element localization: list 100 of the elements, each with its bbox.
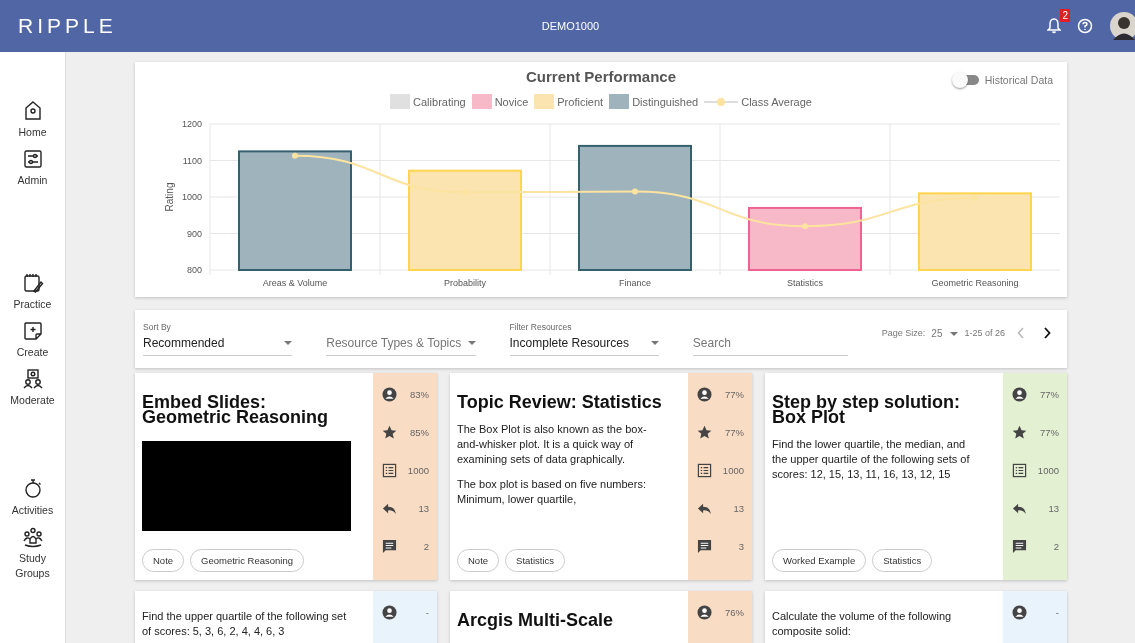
sort-select[interactable]: Recommended	[143, 336, 293, 356]
plus-note-icon	[21, 320, 44, 342]
stat-value: 77%	[725, 388, 744, 400]
field-label: Filter Resources	[509, 322, 573, 332]
y-axis-label: Rating	[164, 182, 175, 212]
bar[interactable]	[748, 206, 862, 271]
card-title: Topic Review: Statistics	[457, 395, 663, 410]
page-size-select[interactable]: 25	[931, 327, 959, 339]
resource-card[interactable]: Calculate the volume of the following composite solid: -	[765, 591, 1067, 643]
y-tick-label: 800	[186, 265, 202, 275]
bell-icon	[1047, 18, 1061, 34]
user-circle-icon	[1012, 386, 1027, 402]
people-group-icon	[21, 526, 44, 548]
stat-value: 1000	[1037, 464, 1059, 476]
legend-swatch	[609, 94, 630, 109]
page-range: 1-25 of 26	[964, 328, 1005, 338]
search-field[interactable]: Search	[692, 336, 848, 356]
course-title: DEMO1000	[541, 20, 600, 32]
filter-select[interactable]: Incomplete Resources	[509, 336, 659, 356]
card-text: Find the upper quartile of the following set of scores: 5, 3, 6, 2, 4, 4, 6, 3	[142, 609, 348, 639]
card-text: The box plot is based on five numbers: Minimum, lower quartile,	[457, 477, 647, 507]
x-tick-label: Finance	[619, 278, 651, 288]
page-size-label: Page Size:	[881, 328, 926, 338]
legend-label: Calibrating	[413, 95, 466, 108]
stat-value: 13	[418, 502, 429, 514]
card-title: Embed Slides: Geometric Reasoning	[142, 395, 330, 425]
stat-value: 77%	[1040, 388, 1059, 400]
star-icon	[382, 424, 397, 440]
legend-item[interactable]: Calibrating	[390, 94, 466, 109]
resource-types-select[interactable]: Resource Types & Topics	[326, 336, 476, 356]
y-tick-label: 1000	[181, 192, 202, 202]
resource-card[interactable]	[450, 373, 752, 580]
stat-value: 77%	[1040, 426, 1059, 438]
card-title: Arcgis Multi-Scale	[457, 613, 615, 628]
stat-value: 1000	[407, 464, 429, 476]
resource-card[interactable]: Step by step solution: Box Plot Find the lower quartile, the median, and the upper quartile of the following sets of scores: 12, 15, 13, 11, 16, 13, 12, 15 Worked Example Statistics 77% 77% 1000 13 2	[765, 373, 1067, 580]
user-circle-icon	[1012, 604, 1027, 620]
comment-icon	[697, 538, 712, 554]
card-text: Calculate the volume of the following composite solid:	[772, 609, 953, 639]
card-text: Find the lower quartile, the median, and the upper quartile of the following sets of scores: 12, 15, 13, 11, 16, 13, 12, 15	[772, 437, 971, 482]
legend-item[interactable]: Novice	[471, 94, 529, 109]
list-icon	[382, 462, 397, 478]
card-text: The Box Plot is also known as the box-and-whisker plot. It is a quick way of examining sets of data graphically.	[457, 422, 648, 467]
legend-label: Distinguished	[632, 95, 699, 108]
x-tick-label: Statistics	[787, 278, 823, 288]
average-point[interactable]	[632, 188, 638, 195]
logo[interactable]: RIPPLE	[18, 14, 117, 38]
user-circle-icon	[697, 386, 712, 402]
legend-item[interactable]: Proficient	[534, 94, 604, 109]
legend-line-swatch	[704, 96, 739, 107]
bar[interactable]	[578, 144, 692, 271]
y-tick-label: 900	[186, 228, 202, 239]
user-circle-icon	[697, 604, 712, 620]
sliders-icon	[21, 148, 44, 170]
resource-card[interactable]: Arcgis Multi-Scale 76%	[450, 591, 752, 643]
legend-label: Novice	[494, 95, 529, 108]
nav-item[interactable]: Activities	[1, 478, 64, 518]
y-tick-label: 1100	[182, 155, 202, 166]
legend-swatch	[534, 94, 555, 109]
nav-item[interactable]: Admin	[1, 148, 64, 188]
nav-item[interactable]: Create	[1, 320, 64, 360]
legend-item[interactable]: Class Average	[704, 94, 812, 109]
chart-title: Current Performance	[525, 67, 676, 85]
avatar[interactable]	[1109, 11, 1135, 41]
stat-value: 3	[738, 540, 744, 552]
legend-swatch	[390, 94, 411, 109]
stat-value: 2	[1053, 540, 1059, 552]
nav-item[interactable]: Study Groups	[1, 526, 64, 581]
notifications-button[interactable]	[1047, 18, 1061, 34]
legend-label: Proficient	[557, 95, 604, 108]
star-icon	[697, 424, 712, 440]
user-circle-icon	[382, 386, 397, 402]
average-point[interactable]	[802, 223, 808, 230]
chevron-right-icon	[1043, 327, 1051, 339]
resource-card[interactable]: Find the upper quartile of the following set of scores: 5, 3, 6, 2, 4, 4, 6, 3 -	[135, 591, 437, 643]
resource-card[interactable]: Embed Slides: Geometric Reasoning Note Geometric Reasoning 83% 85% 1000 13 2	[135, 373, 437, 580]
historical-data-toggle[interactable]: Historical Data	[954, 74, 1053, 86]
bar[interactable]	[238, 150, 352, 271]
field-label: Sort By	[143, 322, 172, 332]
card-title: Step by step solution: Box Plot	[772, 395, 961, 425]
stat-value: -	[425, 606, 429, 618]
x-tick-label: Probability	[444, 278, 486, 288]
list-icon	[1012, 462, 1027, 478]
help-icon[interactable]	[1077, 18, 1093, 34]
stat-value: 77%	[725, 426, 744, 438]
average-point[interactable]	[292, 152, 298, 159]
toggle-switch[interactable]	[954, 75, 979, 85]
stat-value: 76%	[725, 606, 744, 618]
nav-item[interactable]: Practice	[1, 272, 64, 312]
x-tick-label: Areas & Volume	[262, 278, 328, 288]
legend-label: Class Average	[741, 95, 812, 108]
stat-value: 83%	[410, 388, 429, 400]
nav-item[interactable]: Home	[1, 100, 64, 140]
stat-value: -	[1055, 606, 1059, 618]
people-board-icon	[21, 368, 44, 390]
star-icon	[1012, 424, 1027, 440]
legend-item[interactable]: Distinguished	[609, 94, 699, 109]
nav-item[interactable]: Moderate	[1, 368, 64, 408]
stat-value: 2	[423, 540, 429, 552]
comment-icon	[1012, 538, 1027, 554]
